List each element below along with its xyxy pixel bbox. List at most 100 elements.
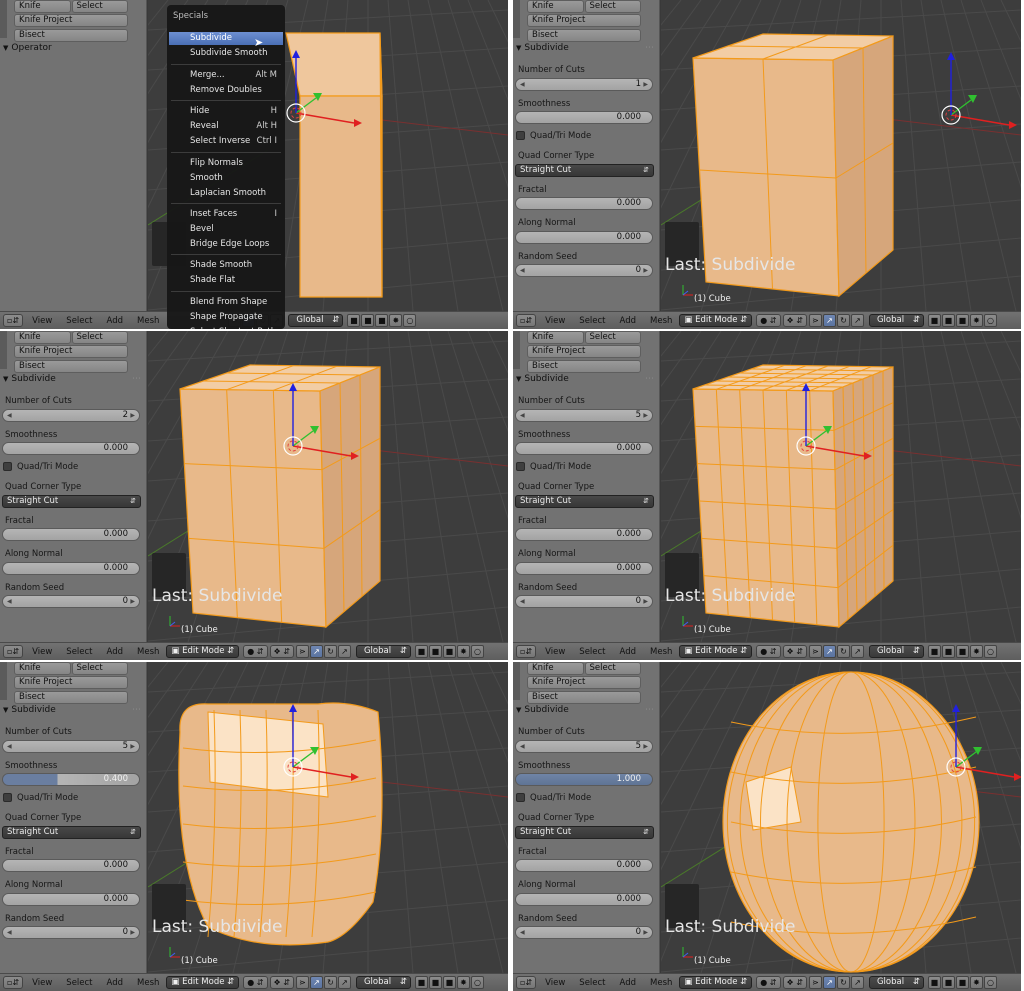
knife-button[interactable]: Knife [527, 331, 584, 344]
select-button[interactable]: Select [584, 331, 641, 344]
subdivide-section-header[interactable]: ▼ Subdivide ⋯ [513, 42, 660, 55]
scale-manipulator-icon[interactable]: ↗ [337, 976, 351, 989]
along-normal-field[interactable]: 0.000 [2, 893, 140, 906]
bisect-button[interactable]: Bisect [527, 691, 641, 704]
number-of-cuts-field[interactable]: ◀ 5 ▶ [515, 409, 653, 422]
occlude-geometry-icon[interactable]: ✸ [456, 976, 470, 989]
shelf-tab-strip[interactable] [0, 0, 7, 38]
select-button[interactable]: Select [71, 331, 128, 344]
increment-arrow-icon[interactable]: ▶ [130, 927, 135, 938]
knife-button[interactable]: Knife [14, 331, 71, 344]
mode-selector[interactable]: ▣ Edit Mode ⇵ [166, 645, 240, 658]
add-menu[interactable]: Add [620, 316, 636, 326]
along-normal-field[interactable]: 0.000 [515, 562, 653, 575]
translate-manipulator-icon[interactable]: ↗ [309, 645, 323, 658]
quad-tri-checkbox[interactable] [516, 462, 525, 471]
menu-item-subdivide[interactable]: Subdivide [169, 32, 283, 45]
menu-item-shade-flat[interactable]: Shade Flat [169, 274, 283, 287]
pivot-point-button[interactable]: ❖ ⇵ [269, 645, 294, 658]
add-menu[interactable]: Add [620, 647, 636, 657]
vertex-select-icon[interactable]: ■ [927, 645, 941, 658]
editor-type-button[interactable]: ▫⇵ [3, 976, 24, 989]
z-arrow-icon[interactable] [952, 704, 960, 712]
fractal-field[interactable]: 0.000 [515, 528, 653, 541]
fractal-field[interactable]: 0.000 [2, 528, 140, 541]
increment-arrow-icon[interactable]: ▶ [643, 741, 648, 752]
3d-viewport[interactable]: Last: Subdivide (1) Cube [148, 662, 508, 973]
increment-arrow-icon[interactable]: ▶ [643, 265, 648, 276]
view-menu[interactable]: View [545, 647, 565, 657]
add-menu[interactable]: Add [107, 647, 123, 657]
menu-item-shape-propagate[interactable]: Shape Propagate [169, 311, 283, 324]
menu-item-bridge-edge-loops[interactable]: Bridge Edge Loops [169, 238, 283, 251]
quad-corner-type-dropdown[interactable]: Straight Cut ⇵ [515, 826, 654, 839]
fractal-field[interactable]: 0.000 [515, 197, 653, 210]
menu-item-hide[interactable]: Hide H [169, 105, 283, 118]
quad-corner-type-dropdown[interactable]: Straight Cut ⇵ [515, 495, 654, 508]
add-menu[interactable]: Add [107, 316, 123, 326]
random-seed-field[interactable]: ◀ 0 ▶ [515, 926, 653, 939]
along-normal-field[interactable]: 0.000 [515, 893, 653, 906]
subdivide-section-header[interactable]: ▼ Subdivide ⋯ [513, 704, 660, 717]
proportional-edit-icon[interactable]: ○ [470, 976, 484, 989]
increment-arrow-icon[interactable]: ▶ [643, 79, 648, 90]
proportional-edit-icon[interactable]: ○ [470, 645, 484, 658]
x-arrow-icon[interactable] [1014, 773, 1021, 781]
select-button[interactable]: Select [584, 662, 641, 675]
add-menu[interactable]: Add [107, 978, 123, 988]
increment-arrow-icon[interactable]: ▶ [130, 410, 135, 421]
add-menu[interactable]: Add [620, 978, 636, 988]
knife-button[interactable]: Knife [14, 0, 71, 13]
bisect-button[interactable]: Bisect [527, 29, 641, 42]
translate-manipulator-icon[interactable]: ↗ [822, 645, 836, 658]
viewport-shading-button[interactable]: ● ⇵ [756, 645, 781, 658]
menu-item-laplacian-smooth[interactable]: Laplacian Smooth [169, 187, 283, 200]
viewport-shading-button[interactable]: ● ⇵ [243, 976, 268, 989]
subdivide-section-header[interactable]: ▼ Subdivide ⋯ [0, 704, 147, 717]
vertex-select-icon[interactable]: ■ [414, 645, 428, 658]
manipulator-toggle-icon[interactable]: ⋗ [295, 645, 309, 658]
shelf-tab-strip[interactable] [513, 662, 520, 700]
mode-selector[interactable]: ▣ Edit Mode ⇵ [679, 645, 753, 658]
occlude-geometry-icon[interactable]: ✸ [969, 645, 983, 658]
manipulator-toggle-icon[interactable]: ⋗ [808, 314, 822, 327]
menu-item-remove-doubles[interactable]: Remove Doubles [169, 84, 283, 97]
mesh-menu[interactable]: Mesh [137, 647, 159, 657]
select-menu[interactable]: Select [66, 316, 92, 326]
view-menu[interactable]: View [32, 316, 52, 326]
quad-tri-checkbox[interactable] [516, 131, 525, 140]
menu-item-reveal[interactable]: Reveal Alt H [169, 120, 283, 133]
3d-viewport[interactable]: Last: Subdivide (1) Cube [661, 0, 1021, 311]
edge-select-icon[interactable]: ■ [428, 976, 442, 989]
view-menu[interactable]: View [32, 647, 52, 657]
edge-select-icon[interactable]: ■ [361, 314, 375, 327]
mode-selector[interactable]: ▣ Edit Mode ⇵ [679, 976, 753, 989]
occlude-geometry-icon[interactable]: ✸ [969, 976, 983, 989]
select-button[interactable]: Select [584, 0, 641, 13]
face-select-icon[interactable]: ■ [442, 645, 456, 658]
proportional-edit-icon[interactable]: ○ [403, 314, 417, 327]
knife-button[interactable]: Knife [527, 662, 584, 675]
menu-item-subdivide-smooth[interactable]: Subdivide Smooth [169, 47, 283, 60]
increment-arrow-icon[interactable]: ▶ [130, 596, 135, 607]
3d-viewport[interactable]: Last: Subdivide (1) Cube [661, 662, 1021, 973]
decrement-arrow-icon[interactable]: ◀ [7, 410, 12, 421]
number-of-cuts-field[interactable]: ◀ 5 ▶ [2, 740, 140, 753]
pivot-point-button[interactable]: ❖ ⇵ [782, 314, 807, 327]
bisect-button[interactable]: Bisect [14, 691, 128, 704]
editor-type-button[interactable]: ▫⇵ [516, 645, 537, 658]
vertex-select-icon[interactable]: ■ [927, 976, 941, 989]
occlude-geometry-icon[interactable]: ✸ [969, 314, 983, 327]
decrement-arrow-icon[interactable]: ◀ [520, 596, 525, 607]
decrement-arrow-icon[interactable]: ◀ [520, 410, 525, 421]
select-button[interactable]: Select [71, 662, 128, 675]
quad-corner-type-dropdown[interactable]: Straight Cut ⇵ [2, 495, 141, 508]
knife-button[interactable]: Knife [14, 662, 71, 675]
smoothness-field[interactable]: 0.000 [2, 442, 140, 455]
editor-type-button[interactable]: ▫⇵ [516, 314, 537, 327]
knife-project-button[interactable]: Knife Project [14, 676, 128, 689]
number-of-cuts-field[interactable]: ◀ 5 ▶ [515, 740, 653, 753]
occlude-geometry-icon[interactable]: ✸ [456, 645, 470, 658]
transform-orientation-dropdown[interactable]: Global ⇵ [868, 314, 924, 327]
face-select-icon[interactable]: ■ [375, 314, 389, 327]
